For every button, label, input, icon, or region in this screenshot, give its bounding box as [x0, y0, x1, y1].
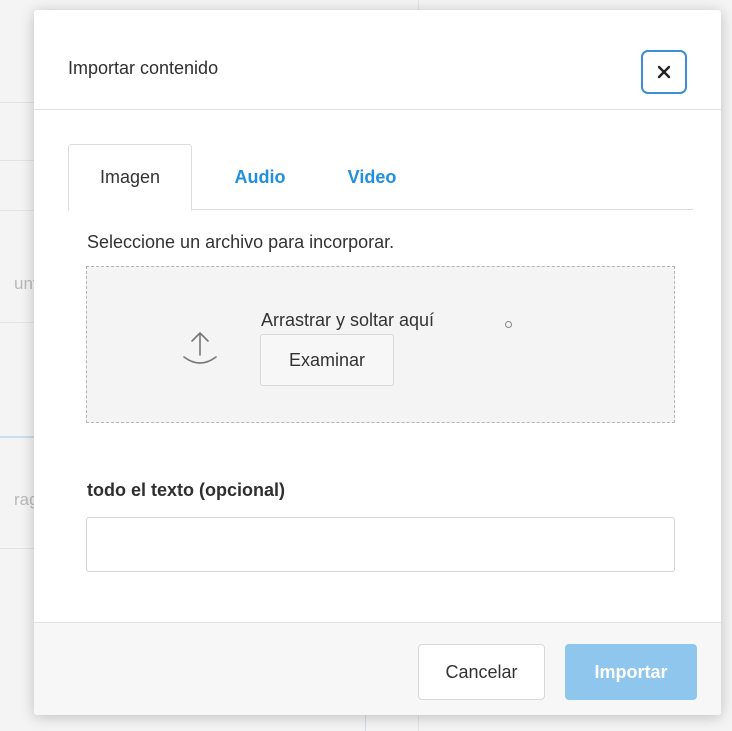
- tab-imagen[interactable]: Imagen: [68, 144, 192, 211]
- alt-text-input[interactable]: [86, 517, 675, 572]
- dialog-title: Importar contenido: [68, 58, 219, 78]
- info-icon: [505, 321, 512, 328]
- file-drop-zone[interactable]: Arrastrar y soltar aquí Examinar: [86, 266, 675, 423]
- dialog-header: Importar contenido: [34, 10, 721, 110]
- browse-button[interactable]: Examinar: [260, 334, 394, 386]
- import-button[interactable]: Importar: [565, 644, 697, 700]
- close-icon: [657, 65, 671, 79]
- drop-here-label: Arrastrar y soltar aquí: [261, 310, 435, 330]
- dialog-footer: Cancelar Importar: [34, 622, 721, 715]
- alt-text-label: todo el texto (opcional): [87, 480, 285, 500]
- tab-audio[interactable]: Audio: [220, 144, 300, 211]
- cancel-button[interactable]: Cancelar: [418, 644, 545, 700]
- upload-icon: [183, 332, 217, 364]
- close-button[interactable]: [641, 50, 687, 94]
- upload-instruction: Seleccione un archivo para incorporar.: [87, 232, 395, 252]
- media-tabs: Imagen Audio Video: [68, 144, 693, 211]
- import-content-dialog: Importar contenido Imagen Audio Video Se…: [34, 10, 721, 715]
- background-divider: [418, 714, 419, 731]
- background-divider: [365, 714, 366, 731]
- tab-video[interactable]: Video: [332, 144, 412, 211]
